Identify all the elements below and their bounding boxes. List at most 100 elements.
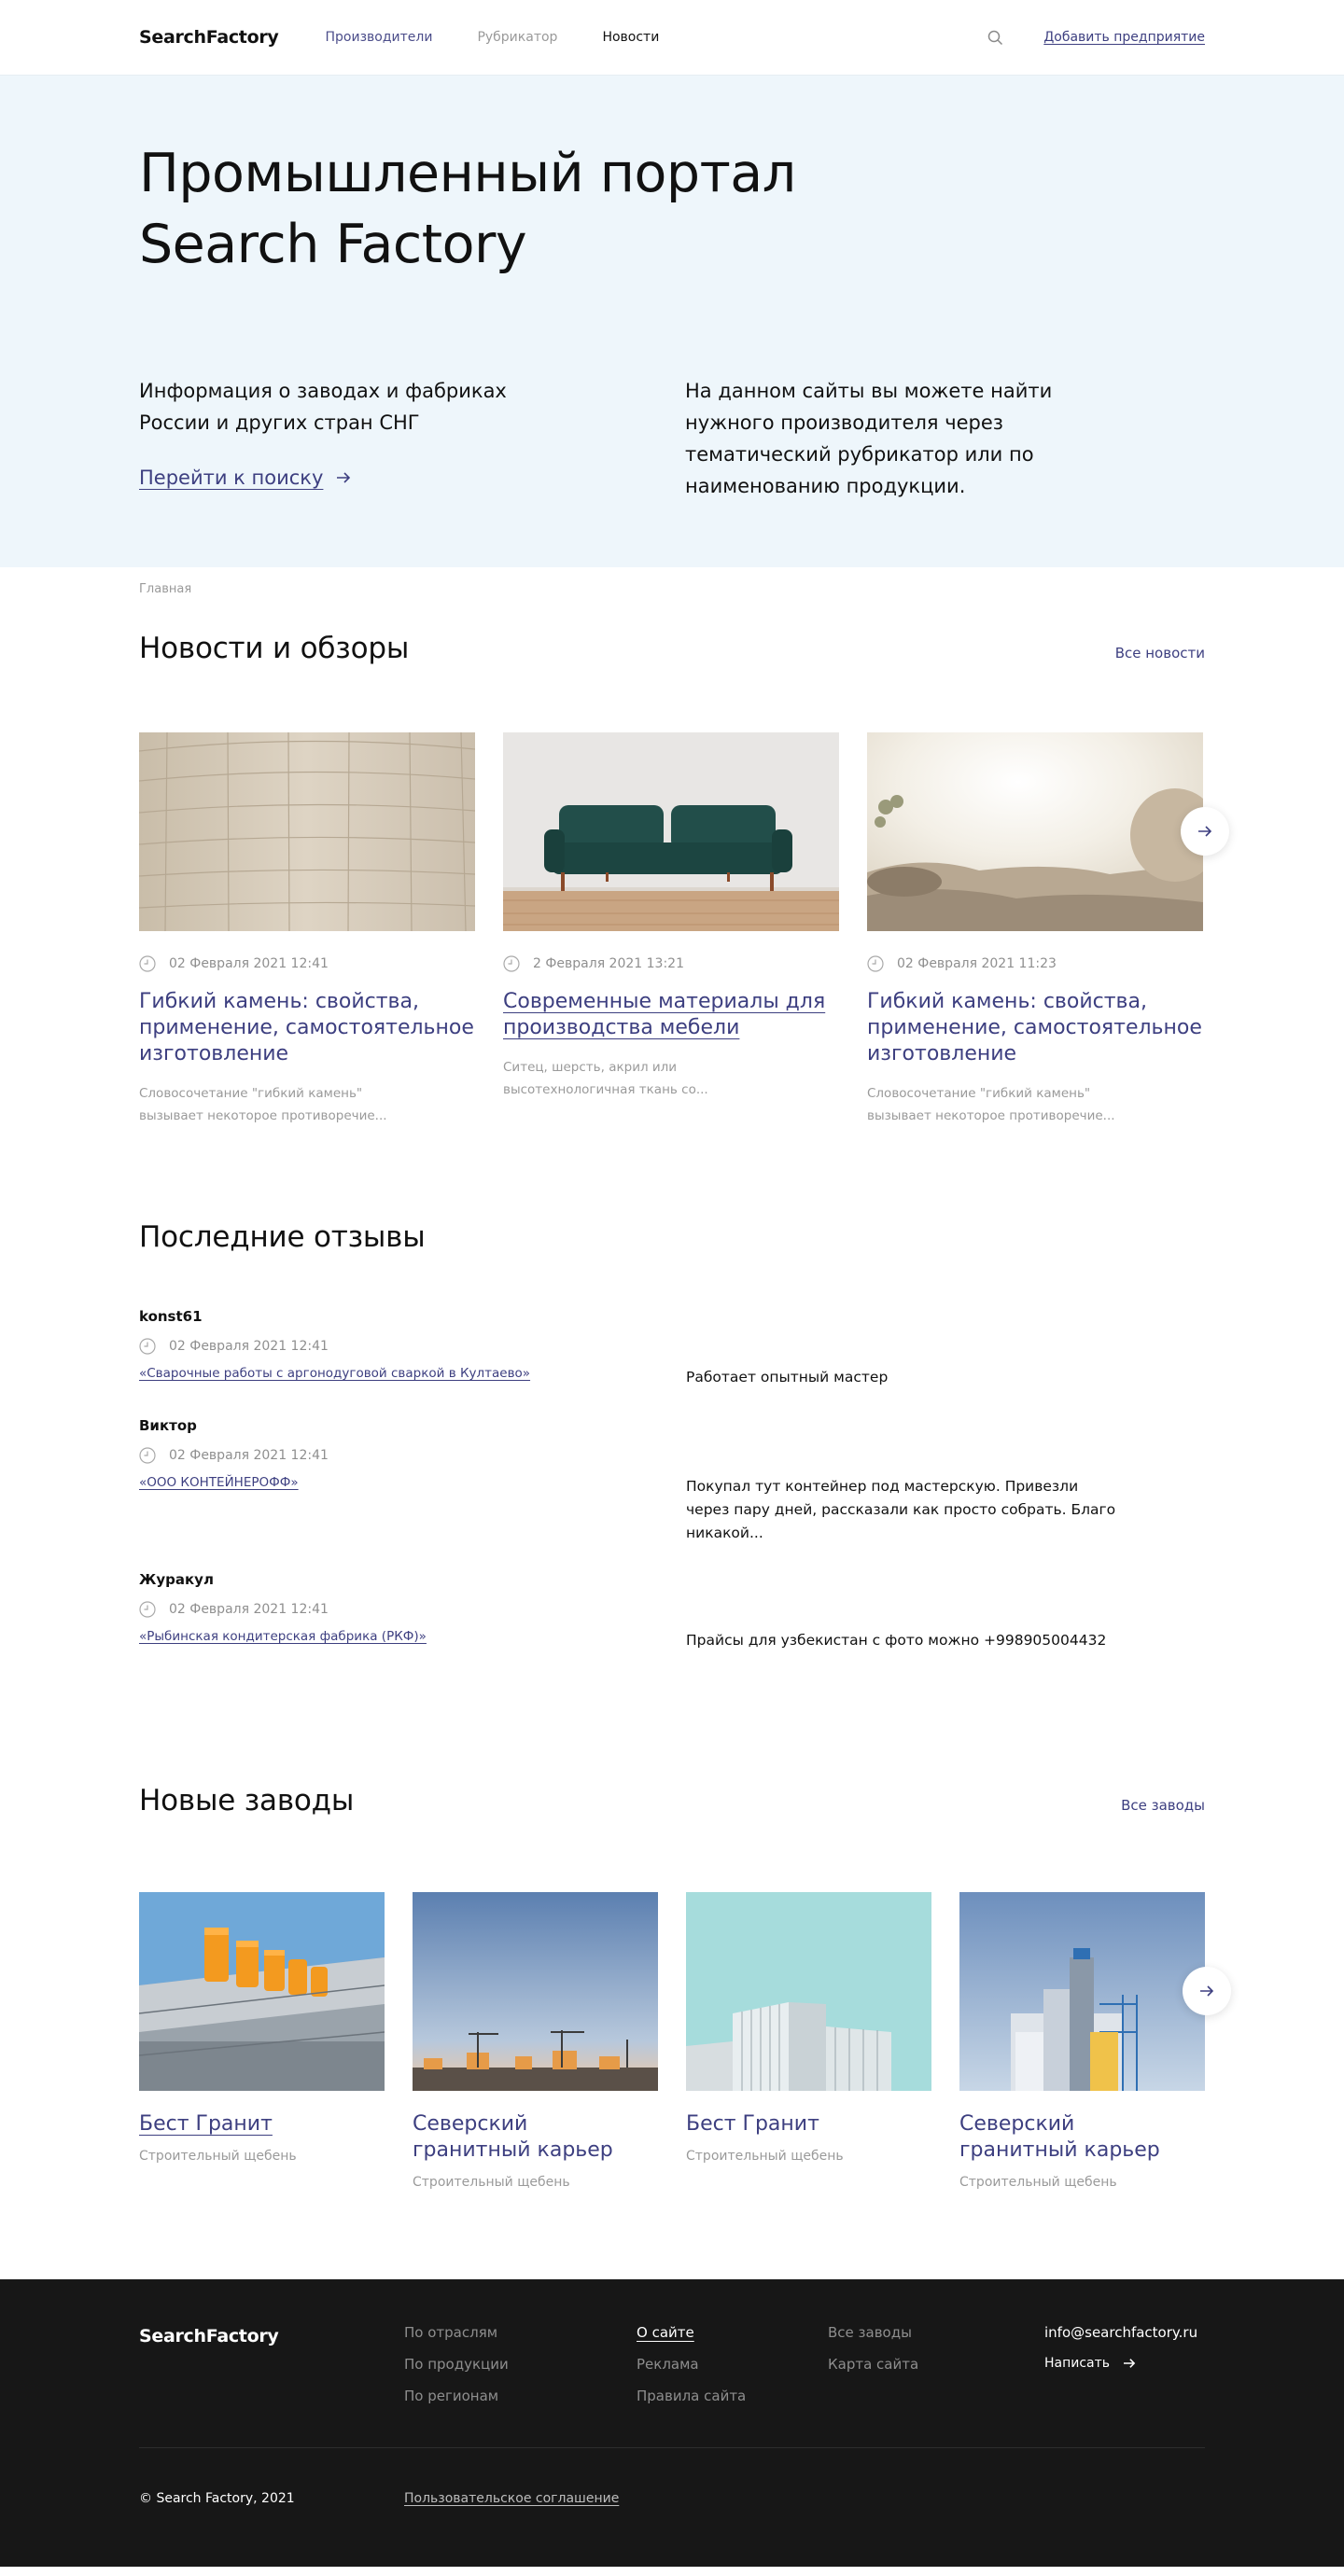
- footer-link-rules[interactable]: Правила сайта: [637, 2388, 828, 2404]
- news-title[interactable]: Современные материалы для производства м…: [503, 989, 839, 1041]
- footer-column-site: Все заводы Карта сайта: [828, 2324, 1044, 2404]
- arrow-right-icon: [1198, 826, 1212, 837]
- review-meta: 02 Февраля 2021 12:41: [139, 1601, 671, 1618]
- footer-link-ads[interactable]: Реклама: [637, 2356, 828, 2373]
- footer-link-regions[interactable]: По регионам: [404, 2388, 637, 2404]
- factory-title-line: Бест Гранит: [139, 2112, 273, 2136]
- factories-next-button[interactable]: [1183, 1967, 1231, 2015]
- factory-image-tanks[interactable]: [139, 1892, 385, 2091]
- footer-bottom: © Search Factory, 2021 Пользовательское …: [139, 2491, 1205, 2506]
- go-to-search-link[interactable]: Перейти к поиску: [139, 466, 351, 489]
- factory-category: Строительный щебень: [686, 2149, 844, 2164]
- factory-title[interactable]: Бест Гранит: [139, 2111, 385, 2137]
- news-image-stone[interactable]: [139, 732, 475, 931]
- news-title-line: Гибкий камень: свойства,: [867, 990, 1147, 1013]
- footer-link-about[interactable]: О сайте: [637, 2324, 828, 2341]
- all-news-link[interactable]: Все новости: [1115, 645, 1205, 661]
- arrow-right-icon: [1124, 2359, 1136, 2368]
- factory-title-line: гранитный карьер: [959, 2138, 1160, 2162]
- factory-card[interactable]: Бест Гранит Строительный щебень: [686, 1892, 931, 2190]
- review-text-line: Покупал тут контейнер под мастерскую. Пр…: [686, 1478, 1079, 1495]
- footer-write-button[interactable]: Написать: [1044, 2356, 1197, 2371]
- arrow-right-icon: [1200, 1985, 1214, 1997]
- news-date: 2 Февраля 2021 13:21: [533, 956, 684, 971]
- hero-text-line: тематический рубрикатор или по: [685, 443, 1034, 466]
- footer-write-label: Написать: [1044, 2356, 1111, 2371]
- news-card[interactable]: 2 Февраля 2021 13:21 Современные материа…: [503, 732, 839, 1127]
- review-author: Виктор: [139, 1417, 197, 1434]
- site-footer: SearchFactory По отраслям По продукции П…: [0, 2279, 1344, 2567]
- search-icon[interactable]: [986, 28, 1004, 47]
- factory-title-line: гранитный карьер: [413, 2138, 613, 2162]
- hero-title-line: Search Factory: [139, 214, 527, 275]
- news-meta: 02 Февраля 2021 12:41: [139, 955, 475, 972]
- factory-category: Строительный щебень: [413, 2175, 570, 2190]
- reviews-list: konst61 02 Февраля 2021 12:41 «Сварочные…: [139, 1308, 1205, 1704]
- hero-text-line: Информация о заводах и фабриках: [139, 380, 507, 402]
- hero-text-line: нужного производителя через: [685, 411, 1003, 434]
- review-author: konst61: [139, 1308, 203, 1325]
- review-text: Прайсы для узбекистан с фото можно +9989…: [686, 1629, 1125, 1652]
- main-nav: Производители Рубрикатор Новости: [326, 30, 660, 45]
- factory-title-line: Бест Гранит: [686, 2112, 819, 2136]
- news-title-line: изготовление: [139, 1042, 289, 1065]
- review-company-link[interactable]: «ООО КОНТЕЙНЕРОФФ»: [139, 1475, 299, 1490]
- footer-link-all-factories[interactable]: Все заводы: [828, 2324, 1044, 2341]
- review-date: 02 Февраля 2021 12:41: [169, 1602, 329, 1617]
- nav-item-catalog[interactable]: Рубрикатор: [477, 30, 557, 45]
- footer-column-catalog: По отраслям По продукции По регионам: [404, 2324, 637, 2404]
- user-agreement-link[interactable]: Пользовательское соглашение: [404, 2491, 619, 2506]
- review-meta: 02 Февраля 2021 12:41: [139, 1447, 671, 1464]
- hero-columns: Информация о заводах и фабриках России и…: [139, 375, 1205, 502]
- factory-card[interactable]: Северский гранитный карьер Строительный …: [413, 1892, 658, 2190]
- hero-right-text: На данном сайты вы можете найти нужного …: [685, 375, 1077, 502]
- hero-description: Информация о заводах и фабриках России и…: [139, 375, 685, 439]
- factory-title[interactable]: Северский гранитный карьер: [413, 2111, 658, 2164]
- review-text-line: через пару дней, рассказали как просто с…: [686, 1501, 1116, 1518]
- hero-title-line: Промышленный портал: [139, 143, 796, 204]
- breadcrumb[interactable]: Главная: [139, 582, 1205, 596]
- hero-text-line: России и других стран СНГ: [139, 411, 420, 434]
- site-header: SearchFactory Производители Рубрикатор Н…: [0, 0, 1344, 75]
- news-image-sofa[interactable]: [503, 732, 839, 931]
- factory-image-silos[interactable]: [959, 1892, 1205, 2091]
- review-company-link[interactable]: «Сварочные работы с аргонодуговой сварко…: [139, 1366, 530, 1381]
- add-enterprise-link[interactable]: Добавить предприятие: [1043, 30, 1205, 45]
- factory-card[interactable]: Северский гранитный карьер Строительный …: [959, 1892, 1205, 2190]
- news-card[interactable]: 02 Февраля 2021 11:23 Гибкий камень: сво…: [867, 732, 1203, 1127]
- clock-icon: [139, 955, 156, 972]
- factories-header: Новые заводы Все заводы: [139, 1784, 1205, 1817]
- news-meta: 2 Февраля 2021 13:21: [503, 955, 839, 972]
- factory-title-line: Северский: [413, 2112, 528, 2136]
- news-carousel: 02 Февраля 2021 12:41 Гибкий камень: сво…: [139, 732, 1229, 1127]
- factory-title[interactable]: Бест Гранит: [686, 2111, 931, 2137]
- footer-link-industries[interactable]: По отраслям: [404, 2324, 637, 2341]
- news-title[interactable]: Гибкий камень: свойства, применение, сам…: [139, 989, 475, 1067]
- footer-link-sitemap[interactable]: Карта сайта: [828, 2356, 1044, 2373]
- review-company-link[interactable]: «Рыбинская кондитерская фабрика (РКФ)»: [139, 1629, 427, 1644]
- news-card[interactable]: 02 Февраля 2021 12:41 Гибкий камень: сво…: [139, 732, 475, 1127]
- clock-icon: [503, 955, 520, 972]
- factory-image-port[interactable]: [413, 1892, 658, 2091]
- news-next-button[interactable]: [1181, 807, 1229, 856]
- clock-icon: [139, 1338, 156, 1355]
- news-excerpt-line: Словосочетание "гибкий камень": [867, 1086, 1091, 1101]
- footer-link-products[interactable]: По продукции: [404, 2356, 637, 2373]
- all-factories-link[interactable]: Все заводы: [1121, 1797, 1205, 1814]
- factory-image-warehouse[interactable]: [686, 1892, 931, 2091]
- review-item: Журакул 02 Февраля 2021 12:41 «Рыбинская…: [139, 1571, 1205, 1649]
- logo[interactable]: SearchFactory: [139, 27, 279, 48]
- news-image-landscape[interactable]: [867, 732, 1203, 931]
- footer-email-link[interactable]: info@searchfactory.ru: [1044, 2324, 1197, 2341]
- news-excerpt: Словосочетание "гибкий камень" вызывает …: [867, 1082, 1203, 1127]
- news-section-title: Новости и обзоры: [139, 632, 410, 665]
- nav-item-manufacturers[interactable]: Производители: [326, 30, 433, 45]
- factory-card[interactable]: Бест Гранит Строительный щебень: [139, 1892, 385, 2190]
- news-title-line: производства мебели: [503, 1016, 740, 1039]
- nav-item-news[interactable]: Новости: [602, 30, 659, 45]
- review-author: Журакул: [139, 1571, 214, 1588]
- news-title[interactable]: Гибкий камень: свойства, применение, сам…: [867, 989, 1203, 1067]
- copyright: © Search Factory, 2021: [139, 2491, 295, 2506]
- factory-title[interactable]: Северский гранитный карьер: [959, 2111, 1205, 2164]
- footer-logo[interactable]: SearchFactory: [139, 2324, 404, 2404]
